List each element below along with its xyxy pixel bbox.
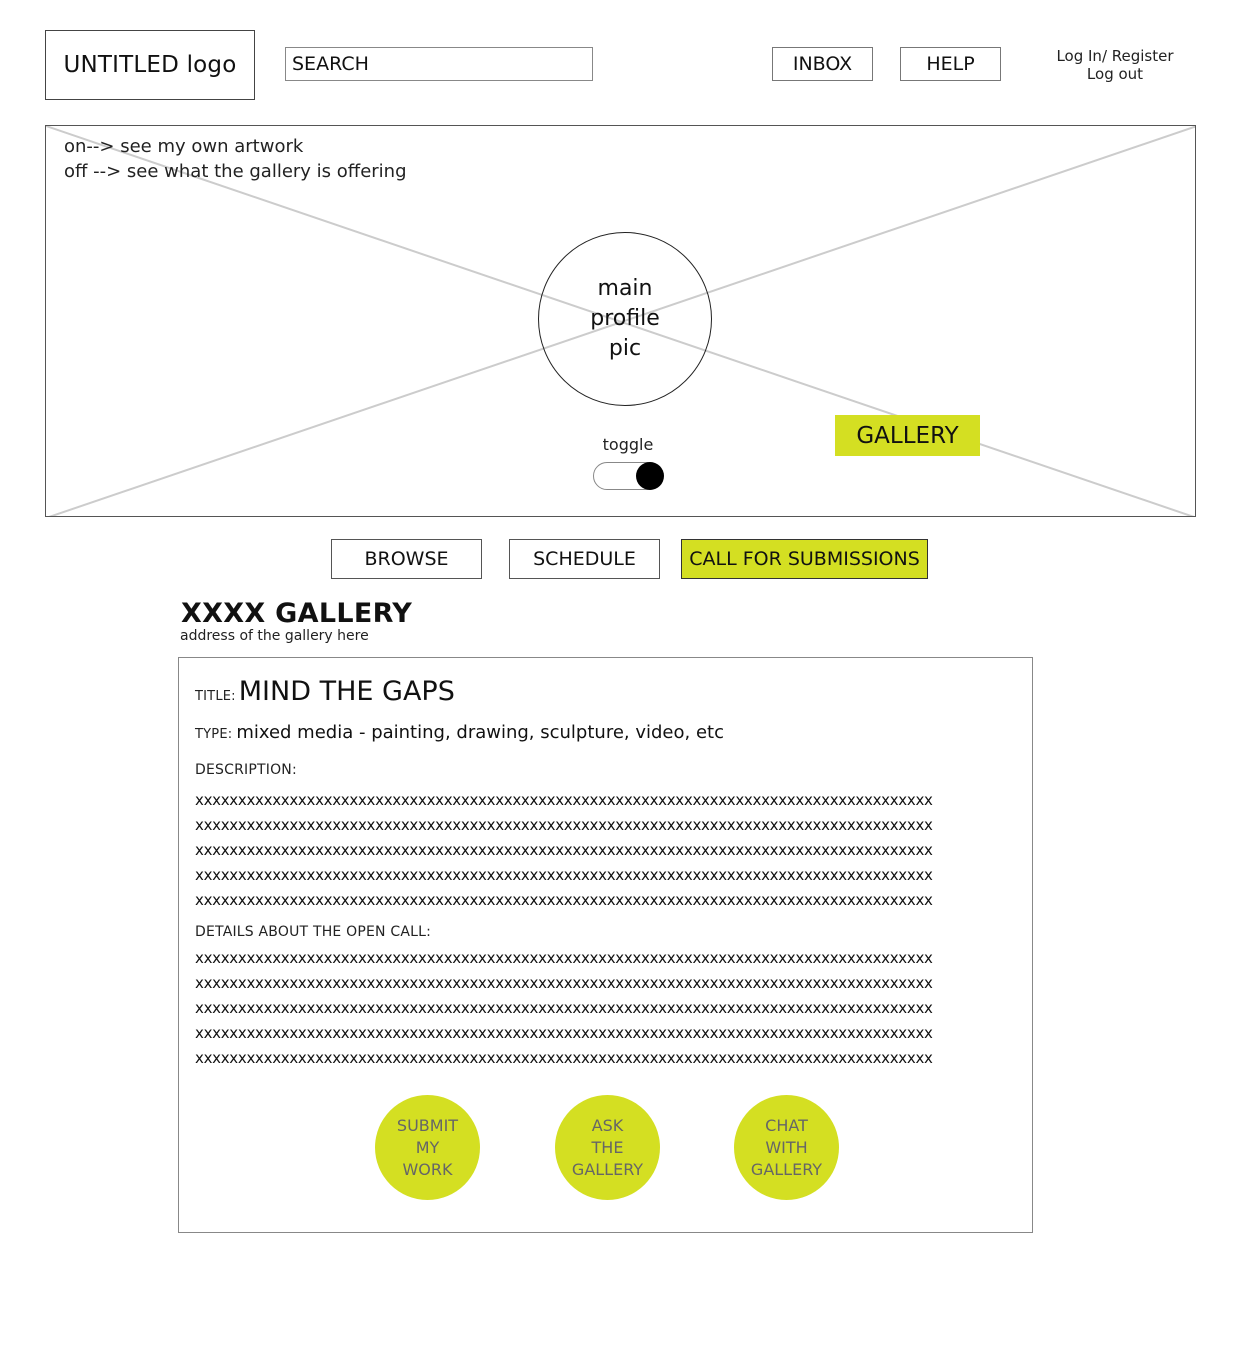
details-line: xxxxxxxxxxxxxxxxxxxxxxxxxxxxxxxxxxxxxxxx… (195, 1024, 933, 1042)
details-line: xxxxxxxxxxxxxxxxxxxxxxxxxxxxxxxxxxxxxxxx… (195, 999, 933, 1017)
call-title: MIND THE GAPS (238, 676, 455, 707)
description-line: xxxxxxxxxxxxxxxxxxxxxxxxxxxxxxxxxxxxxxxx… (195, 866, 933, 884)
description-line: xxxxxxxxxxxxxxxxxxxxxxxxxxxxxxxxxxxxxxxx… (195, 891, 933, 909)
tab-call-for-submissions[interactable]: CALL FOR SUBMISSIONS (681, 539, 928, 579)
toggle-note-off: off --> see what the gallery is offering (64, 161, 407, 182)
submit-work-button[interactable]: SUBMIT MY WORK (375, 1095, 480, 1200)
open-call-card: TITLE: MIND THE GAPS TYPE: mixed media -… (178, 657, 1033, 1233)
tab-schedule[interactable]: SCHEDULE (509, 539, 660, 579)
toggle-label: toggle (602, 435, 654, 454)
description-line: xxxxxxxxxxxxxxxxxxxxxxxxxxxxxxxxxxxxxxxx… (195, 841, 933, 859)
chat-with-gallery-button[interactable]: CHAT WITH GALLERY (734, 1095, 839, 1200)
type-label: TYPE: (195, 727, 233, 742)
description-label: DESCRIPTION: (195, 762, 297, 778)
details-line: xxxxxxxxxxxxxxxxxxxxxxxxxxxxxxxxxxxxxxxx… (195, 1049, 933, 1067)
toggle-knob[interactable] (636, 462, 664, 490)
profile-picture-label: main profile pic (590, 276, 660, 361)
type-row: TYPE: mixed media - painting, drawing, s… (195, 722, 724, 743)
logo[interactable]: UNTITLED logo (45, 30, 255, 100)
title-row: TITLE: MIND THE GAPS (195, 676, 455, 707)
tab-browse[interactable]: BROWSE (331, 539, 482, 579)
help-button[interactable]: HELP (900, 47, 1001, 81)
inbox-button[interactable]: INBOX (772, 47, 873, 81)
auth-links: Log In/ Register Log out (1040, 47, 1190, 83)
toggle-note-on: on--> see my own artwork (64, 136, 304, 157)
call-type: mixed media - painting, drawing, sculptu… (236, 722, 724, 743)
details-text: xxxxxxxxxxxxxxxxxxxxxxxxxxxxxxxxxxxxxxxx… (195, 946, 1013, 1071)
details-label: DETAILS ABOUT THE OPEN CALL: (195, 924, 432, 940)
view-toggle[interactable] (593, 462, 664, 490)
toggle-explanation: on--> see my own artwork off --> see wha… (64, 134, 407, 184)
logout-link[interactable]: Log out (1040, 65, 1190, 83)
gallery-tag[interactable]: GALLERY (835, 415, 980, 456)
details-line: xxxxxxxxxxxxxxxxxxxxxxxxxxxxxxxxxxxxxxxx… (195, 974, 933, 992)
gallery-address: address of the gallery here (180, 628, 369, 644)
description-line: xxxxxxxxxxxxxxxxxxxxxxxxxxxxxxxxxxxxxxxx… (195, 791, 933, 809)
gallery-name: XXXX GALLERY (181, 598, 413, 629)
details-line: xxxxxxxxxxxxxxxxxxxxxxxxxxxxxxxxxxxxxxxx… (195, 949, 933, 967)
description-text: xxxxxxxxxxxxxxxxxxxxxxxxxxxxxxxxxxxxxxxx… (195, 788, 1013, 913)
profile-picture[interactable]: main profile pic (538, 232, 712, 406)
search-input[interactable] (285, 47, 593, 81)
title-label: TITLE: (195, 689, 236, 704)
description-line: xxxxxxxxxxxxxxxxxxxxxxxxxxxxxxxxxxxxxxxx… (195, 816, 933, 834)
hero-banner-placeholder: on--> see my own artwork off --> see wha… (45, 125, 1196, 517)
login-register-link[interactable]: Log In/ Register (1040, 47, 1190, 65)
ask-gallery-button[interactable]: ASK THE GALLERY (555, 1095, 660, 1200)
